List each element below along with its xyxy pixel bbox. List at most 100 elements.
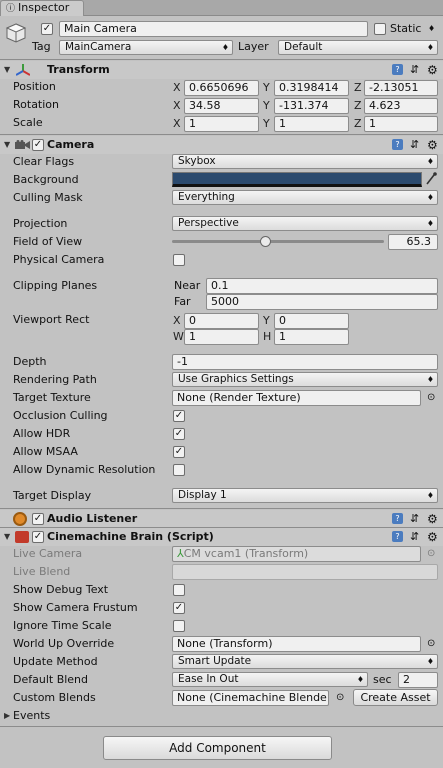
foldout-open-icon[interactable]: ▼ [4, 61, 10, 79]
object-picker-icon[interactable]: ⊙ [427, 389, 435, 407]
static-checkbox[interactable] [374, 23, 386, 35]
events-label[interactable]: Events [13, 707, 50, 725]
sec-label: sec [373, 673, 392, 686]
default-blend-dropdown[interactable]: Ease In Out ♦ [172, 672, 368, 687]
viewport-x-field[interactable]: 0 [184, 313, 259, 329]
depth-label: Depth [13, 355, 47, 368]
object-picker-icon[interactable]: ⊙ [336, 689, 344, 707]
culling-mask-value: Everything [178, 191, 235, 203]
camera-header[interactable]: ▼ ✓ Camera ? ⇵ ⚙ [0, 136, 443, 154]
ignore-time-scale-checkbox[interactable] [173, 620, 185, 632]
scale-x-field[interactable]: 1 [184, 116, 259, 132]
target-texture-label: Target Texture [13, 391, 91, 404]
help-icon[interactable]: ? [392, 513, 403, 524]
allow-dynamic-resolution-label: Allow Dynamic Resolution [13, 463, 156, 476]
vp-x-label: X [173, 314, 181, 327]
gear-icon[interactable]: ⚙ [427, 528, 438, 546]
divider [0, 508, 443, 509]
target-display-value: Display 1 [178, 489, 227, 501]
update-method-dropdown[interactable]: Smart Update ♦ [172, 654, 438, 669]
culling-mask-dropdown[interactable]: Everything ♦ [172, 190, 438, 205]
near-field[interactable]: 0.1 [206, 278, 438, 294]
scale-y-field[interactable]: 1 [274, 116, 349, 132]
live-camera-value: CM vcam1 (Transform) [183, 547, 309, 560]
preset-icon[interactable]: ⇵ [410, 136, 419, 154]
fov-slider-track[interactable] [172, 240, 384, 243]
physical-camera-checkbox[interactable] [173, 254, 185, 266]
help-icon[interactable]: ? [392, 64, 403, 75]
rotation-x-field[interactable]: 34.58 [184, 98, 259, 114]
foldout-open-icon[interactable]: ▼ [4, 136, 10, 154]
target-display-label: Target Display [13, 489, 92, 502]
viewport-w-field[interactable]: 1 [184, 329, 259, 345]
tag-dropdown[interactable]: MainCamera ♦ [59, 40, 233, 55]
clear-flags-dropdown[interactable]: Skybox ♦ [172, 154, 438, 169]
preset-icon[interactable]: ⇵ [410, 528, 419, 546]
eyedropper-icon[interactable] [425, 172, 437, 186]
help-icon[interactable]: ? [392, 139, 403, 150]
projection-dropdown[interactable]: Perspective ♦ [172, 216, 438, 231]
world-up-override-field[interactable]: None (Transform) [172, 636, 421, 652]
position-z-field[interactable]: -2.13051 [364, 80, 438, 96]
cinemachine-brain-enabled-checkbox[interactable]: ✓ [32, 531, 44, 543]
audio-listener-header[interactable]: ✓ Audio Listener ? ⇵ ⚙ [0, 510, 443, 528]
foldout-open-icon[interactable]: ▼ [4, 528, 10, 546]
gear-icon[interactable]: ⚙ [427, 136, 438, 154]
viewport-h-field[interactable]: 1 [274, 329, 349, 345]
layer-dropdown[interactable]: Default ♦ [278, 40, 438, 55]
ignore-time-scale-label: Ignore Time Scale [13, 619, 112, 632]
target-texture-field[interactable]: None (Render Texture) [172, 390, 421, 406]
preset-icon[interactable]: ⇵ [410, 510, 419, 528]
show-debug-text-checkbox[interactable] [173, 584, 185, 596]
viewport-y-field[interactable]: 0 [274, 313, 349, 329]
allow-msaa-checkbox[interactable]: ✓ [173, 446, 185, 458]
allow-dynamic-resolution-checkbox[interactable] [173, 464, 185, 476]
object-picker-icon[interactable]: ⊙ [427, 635, 435, 653]
show-camera-frustum-checkbox[interactable]: ✓ [173, 602, 185, 614]
custom-blends-field[interactable]: None (Cinemachine Blende [172, 690, 329, 706]
divider [0, 134, 443, 135]
position-x-field[interactable]: 0.6650696 [184, 80, 259, 96]
occlusion-culling-checkbox[interactable]: ✓ [173, 410, 185, 422]
position-y-field[interactable]: 0.3198414 [274, 80, 349, 96]
scale-label: Scale [13, 116, 43, 129]
tag-value: MainCamera [65, 41, 132, 53]
tab-inspector[interactable]: ⓘ Inspector [0, 0, 84, 16]
events-foldout-icon[interactable]: ▶ [4, 707, 10, 725]
background-color-field[interactable] [172, 172, 422, 187]
divider [0, 726, 443, 727]
depth-field[interactable]: -1 [172, 354, 438, 370]
cinemachine-icon [15, 531, 29, 543]
gear-icon[interactable]: ⚙ [427, 510, 438, 528]
blend-seconds-field[interactable]: 2 [398, 672, 438, 688]
add-component-button[interactable]: Add Component [103, 736, 332, 760]
cinemachine-brain-header[interactable]: ▼ ✓ Cinemachine Brain (Script) ? ⇵ ⚙ [0, 528, 443, 546]
transform-header[interactable]: ▼ Transform ? ⇵ ⚙ [0, 61, 443, 79]
static-dropdown-arrow[interactable]: ♦ [428, 20, 435, 38]
scale-z-field[interactable]: 1 [364, 116, 438, 132]
rotation-y-field[interactable]: -131.374 [274, 98, 349, 114]
camera-enabled-checkbox[interactable]: ✓ [32, 139, 44, 151]
dropdown-arrow-icon: ♦ [426, 219, 434, 228]
gameobject-active-checkbox[interactable]: ✓ [41, 23, 53, 35]
far-field[interactable]: 5000 [206, 294, 438, 310]
show-camera-frustum-label: Show Camera Frustum [13, 601, 138, 614]
default-blend-label: Default Blend [13, 673, 89, 686]
gameobject-name-field[interactable]: Main Camera [59, 21, 368, 37]
gear-icon[interactable]: ⚙ [427, 61, 438, 79]
fov-label: Field of View [13, 235, 83, 248]
allow-hdr-checkbox[interactable]: ✓ [173, 428, 185, 440]
physical-camera-label: Physical Camera [13, 253, 105, 266]
help-icon[interactable]: ? [392, 531, 403, 542]
target-display-dropdown[interactable]: Display 1 ♦ [172, 488, 438, 503]
rotation-z-field[interactable]: 4.623 [364, 98, 438, 114]
preset-icon[interactable]: ⇵ [410, 61, 419, 79]
fov-slider-thumb[interactable] [260, 236, 272, 247]
layer-label: Layer [238, 40, 269, 53]
axis-x-label: X [173, 81, 181, 94]
audio-listener-enabled-checkbox[interactable]: ✓ [32, 513, 44, 525]
rendering-path-dropdown[interactable]: Use Graphics Settings ♦ [172, 372, 438, 387]
create-asset-button[interactable]: Create Asset [353, 689, 438, 706]
axis-y-label: Y [263, 99, 270, 112]
fov-value-field[interactable]: 65.3 [388, 234, 438, 250]
